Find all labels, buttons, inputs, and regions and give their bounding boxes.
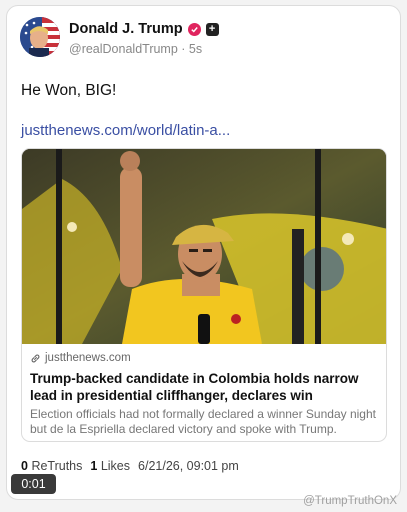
preview-image [22,149,386,344]
preview-title[interactable]: Trump-backed candidate in Colombia holds… [30,370,382,404]
separator-dot: · [181,42,189,56]
post-stats: 0 ReTruths 1 Likes 6/21/26, 09:01 pm [21,459,239,473]
post-link[interactable]: justthenews.com/world/latin-a... [21,122,230,139]
preview-domain-row: justthenews.com [30,352,131,364]
post-time: 5s [188,42,203,56]
plus-badge-icon: + [205,22,219,36]
likes-stat[interactable]: 1 Likes [90,459,130,473]
post-card: Donald J. Trump + @realDonaldTrump · 5s … [6,5,401,500]
author-name[interactable]: Donald J. Trump [69,21,183,37]
post-timestamp: 6/21/26, 09:01 pm [138,459,239,473]
likes-count: 1 [90,459,98,473]
author-handle-row: @realDonaldTrump · 5s [69,42,202,56]
watermark: @TrumpTruthOnX [303,495,397,507]
retruths-stat[interactable]: 0 ReTruths [21,459,82,473]
author-row: Donald J. Trump + [69,21,219,37]
verified-badge-icon [187,22,201,36]
post-text: He Won, BIG! [21,82,117,99]
preview-domain: justthenews.com [45,352,131,364]
avatar[interactable] [20,17,60,57]
retruths-count: 0 [21,459,28,473]
preview-description: Election officials had not formally decl… [30,407,376,436]
video-timer: 0:01 [11,474,56,494]
link-icon [31,354,40,362]
retruths-label: ReTruths [31,459,83,473]
author-handle[interactable]: @realDonaldTrump [69,42,178,56]
likes-label: Likes [100,459,131,473]
link-preview-card[interactable]: justthenews.com Trump-backed candidate i… [21,148,387,442]
